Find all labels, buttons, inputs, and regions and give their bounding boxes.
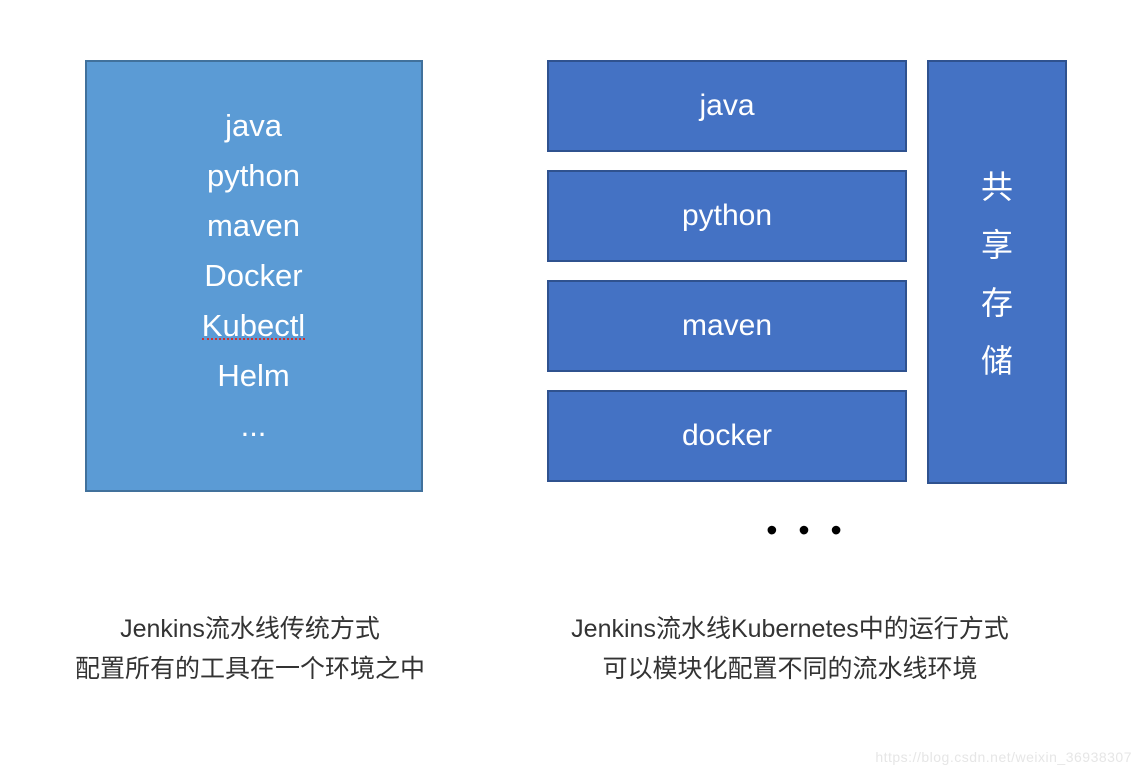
modules-column: java python maven docker	[547, 60, 907, 484]
watermark-text: https://blog.csdn.net/weixin_36938307	[875, 749, 1132, 765]
kubernetes-section: java python maven docker 共 享 存 储 • • •	[547, 60, 1067, 549]
caption-traditional: Jenkins流水线传统方式 配置所有的工具在一个环境之中	[60, 609, 440, 689]
caption-line: Jenkins流水线Kubernetes中的运行方式	[550, 609, 1030, 649]
traditional-section: java python maven Docker Kubectl Helm ..…	[75, 60, 432, 549]
captions-row: Jenkins流水线传统方式 配置所有的工具在一个环境之中 Jenkins流水线…	[0, 609, 1142, 689]
caption-line: 可以模块化配置不同的流水线环境	[550, 649, 1030, 689]
module-docker: docker	[547, 390, 907, 482]
caption-kubernetes: Jenkins流水线Kubernetes中的运行方式 可以模块化配置不同的流水线…	[550, 609, 1030, 689]
module-python: python	[547, 170, 907, 262]
storage-char-3: 存	[981, 278, 1013, 324]
tool-item-more: ...	[241, 408, 267, 444]
tool-item-java: java	[225, 108, 282, 144]
tool-item-helm: Helm	[217, 358, 289, 394]
ellipsis-icon: • • •	[766, 512, 847, 549]
storage-char-4: 储	[981, 336, 1013, 382]
module-java: java	[547, 60, 907, 152]
storage-char-2: 享	[981, 220, 1013, 266]
module-maven: maven	[547, 280, 907, 372]
tool-item-maven: maven	[207, 208, 300, 244]
tool-item-kubectl: Kubectl	[202, 308, 305, 344]
caption-line: Jenkins流水线传统方式	[60, 609, 440, 649]
diagram-container: java python maven Docker Kubectl Helm ..…	[0, 0, 1142, 549]
caption-line: 配置所有的工具在一个环境之中	[60, 649, 440, 689]
traditional-box: java python maven Docker Kubectl Helm ..…	[85, 60, 423, 492]
shared-storage-box: 共 享 存 储	[927, 60, 1067, 484]
tool-item-python: python	[207, 158, 300, 194]
tool-item-docker: Docker	[204, 258, 302, 294]
storage-char-1: 共	[981, 162, 1013, 208]
modules-row: java python maven docker 共 享 存 储	[547, 60, 1067, 484]
